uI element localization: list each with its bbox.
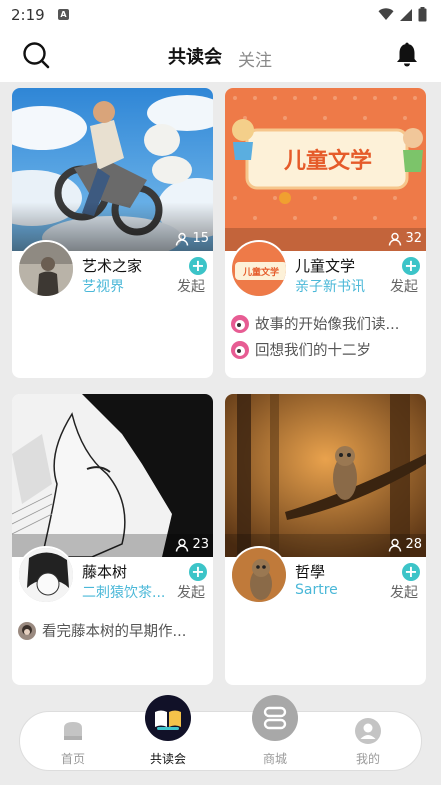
initiate-label[interactable]: 发起 <box>177 276 205 296</box>
post-text: 看完藤本树的早期作... <box>42 624 187 640</box>
post-text: 故事的开始像我们读... <box>255 317 400 333</box>
profile-icon <box>355 718 381 744</box>
add-club-button[interactable]: + <box>402 563 420 581</box>
post-item[interactable]: 故事的开始像我们读... <box>231 313 399 334</box>
store-icon <box>252 695 298 741</box>
wifi-icon <box>378 8 394 20</box>
post-text: 回想我们的十二岁 <box>255 343 371 359</box>
post-item[interactable]: 看完藤本树的早期作... <box>18 620 186 641</box>
bottom-nav: 首页 共读会 商城 我的 <box>19 695 422 772</box>
club-card-childrens-literature[interactable]: 儿童文学 32 儿童文学 儿童文学 亲子新书讯 + 发起 故事的开始像我们读..… <box>225 88 426 378</box>
nav-reading-club[interactable]: 共读会 <box>138 695 198 772</box>
person-icon <box>389 538 402 552</box>
avatar <box>17 546 75 604</box>
member-count: 23 <box>175 537 209 552</box>
avatar <box>230 546 288 604</box>
member-count: 32 <box>388 231 422 246</box>
club-card-art[interactable]: 15 艺术之家 艺视界 + 发起 <box>12 88 213 378</box>
club-name: 哲學 <box>295 563 326 581</box>
svg-text:儿童文学: 儿童文学 <box>242 266 279 278</box>
home-icon <box>64 722 82 740</box>
svg-text:儿童文学: 儿童文学 <box>283 148 372 174</box>
club-cover-image <box>12 394 213 557</box>
club-subtitle[interactable]: 艺视界 <box>82 276 124 296</box>
initiate-label[interactable]: 发起 <box>390 582 418 602</box>
club-cover-image <box>12 88 213 251</box>
notification-badge: A <box>58 9 69 20</box>
initiate-label[interactable]: 发起 <box>177 582 205 602</box>
initiate-label[interactable]: 发起 <box>390 276 418 296</box>
club-card-fujimoto[interactable]: 23 藤本树 二刺猿饮茶... + 发起 看完藤本树的早期作... <box>12 394 213 685</box>
nav-home[interactable]: 首页 <box>43 712 103 772</box>
club-cover-image: 儿童文学 <box>225 88 426 251</box>
post-avatar <box>231 340 249 359</box>
top-header: 共读会 关注 <box>0 30 441 82</box>
club-subtitle[interactable]: 亲子新书讯 <box>295 276 365 296</box>
add-club-button[interactable]: + <box>402 257 420 275</box>
avatar: 儿童文学 <box>230 240 288 298</box>
club-name: 藤本树 <box>82 563 128 581</box>
person-icon <box>176 538 189 552</box>
post-item[interactable]: 回想我们的十二岁 <box>231 339 371 360</box>
member-count: 15 <box>175 231 209 246</box>
club-card-philosophy[interactable]: 28 哲學 Sartre + 发起 <box>225 394 426 685</box>
status-bar: 2:19 A <box>0 0 441 30</box>
book-icon <box>145 695 191 741</box>
tab-following[interactable]: 关注 <box>238 46 272 71</box>
club-name: 儿童文学 <box>295 257 356 275</box>
bell-icon[interactable] <box>395 42 419 68</box>
tab-bar: 共读会 关注 <box>166 43 272 75</box>
member-count: 28 <box>388 537 422 552</box>
post-avatar <box>231 314 249 333</box>
club-subtitle[interactable]: 二刺猿饮茶... <box>82 582 165 602</box>
club-subtitle[interactable]: Sartre <box>295 582 338 598</box>
tab-reading-club[interactable]: 共读会 <box>166 43 224 75</box>
add-club-button[interactable]: + <box>189 257 207 275</box>
club-name: 艺术之家 <box>82 257 143 275</box>
person-icon <box>389 232 402 246</box>
avatar <box>17 240 75 298</box>
club-cover-image <box>225 394 426 557</box>
post-avatar <box>18 621 36 640</box>
search-icon[interactable] <box>22 41 50 69</box>
cell-signal-icon <box>400 8 412 21</box>
nav-profile[interactable]: 我的 <box>338 712 398 772</box>
nav-store[interactable]: 商城 <box>245 695 305 772</box>
add-club-button[interactable]: + <box>189 563 207 581</box>
battery-icon <box>418 7 427 22</box>
person-icon <box>176 232 189 246</box>
status-time: 2:19 <box>11 6 45 24</box>
